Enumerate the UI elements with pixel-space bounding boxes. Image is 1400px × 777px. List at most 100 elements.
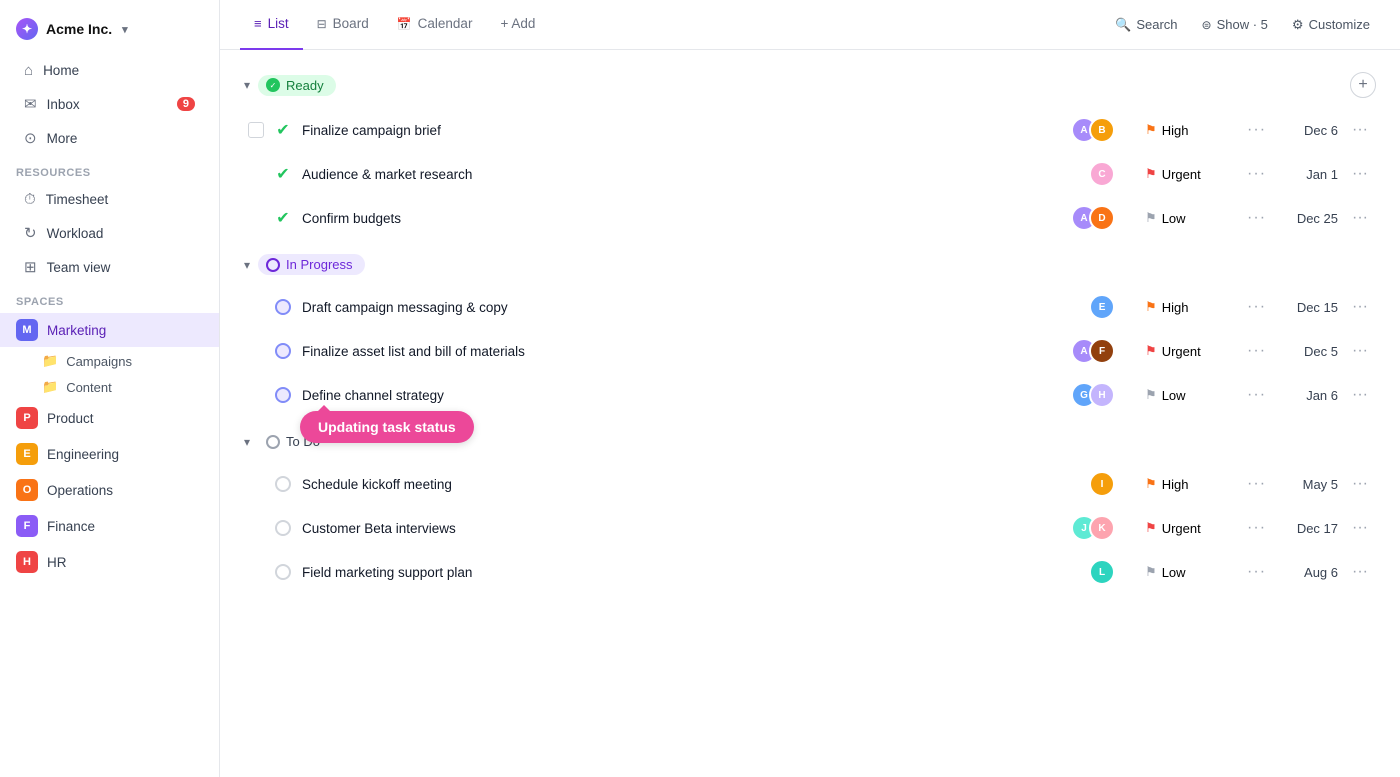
space-marketing[interactable]: M Marketing — [0, 313, 219, 347]
task-status-progress-icon[interactable] — [274, 386, 292, 404]
task-status-todo-icon[interactable] — [274, 563, 292, 581]
sidebar-nav-inbox[interactable]: ✉ Inbox 9 — [8, 88, 211, 120]
task-more-button[interactable]: ··· — [1348, 342, 1372, 360]
app-name: Acme Inc. — [46, 21, 112, 37]
priority-low: ⚑ Low — [1145, 564, 1235, 580]
task-more-button[interactable]: ··· — [1348, 165, 1372, 183]
task-name[interactable]: Define channel strategy — [302, 388, 1061, 403]
todo-chevron[interactable]: ▾ — [244, 435, 250, 449]
tab-add[interactable]: + Add — [486, 0, 549, 50]
task-more-button[interactable]: ··· — [1348, 209, 1372, 227]
task-more-button[interactable]: ··· — [1348, 386, 1372, 404]
hr-badge: H — [16, 551, 38, 573]
space-operations[interactable]: O Operations — [0, 473, 219, 507]
space-finance[interactable]: F Finance — [0, 509, 219, 543]
flag-icon: ⚑ — [1145, 210, 1157, 226]
task-status-progress-icon[interactable] — [274, 342, 292, 360]
tab-calendar[interactable]: 📅 Calendar — [383, 0, 487, 50]
task-date: Jan 1 — [1278, 167, 1338, 182]
task-name[interactable]: Audience & market research — [302, 167, 1079, 182]
folder-icon: 📁 — [42, 353, 58, 369]
circle-icon — [275, 343, 291, 359]
priority-label: Low — [1162, 565, 1186, 580]
tab-list[interactable]: ≡ List — [240, 0, 303, 50]
task-more-button[interactable]: ··· — [1348, 121, 1372, 139]
task-avatars: I — [1089, 471, 1115, 497]
priority-dots[interactable]: ··· — [1245, 563, 1268, 581]
in-progress-chevron[interactable]: ▾ — [244, 258, 250, 272]
calendar-icon: 📅 — [397, 17, 412, 31]
priority-dots[interactable]: ··· — [1245, 519, 1268, 537]
priority-dots[interactable]: ··· — [1245, 386, 1268, 404]
priority-dots[interactable]: ··· — [1245, 298, 1268, 316]
priority-dots[interactable]: ··· — [1245, 475, 1268, 493]
show-button[interactable]: ⊜ Show · 5 — [1192, 12, 1278, 37]
in-progress-badge[interactable]: In Progress — [258, 254, 364, 275]
priority-label: Low — [1162, 211, 1186, 226]
ready-badge[interactable]: ✓ Ready — [258, 75, 336, 96]
add-task-ready-button[interactable]: + — [1350, 72, 1376, 98]
search-icon: 🔍 — [1115, 17, 1131, 33]
avatar: K — [1089, 515, 1115, 541]
search-button[interactable]: 🔍 Search — [1105, 12, 1187, 38]
sidebar-item-workload[interactable]: ↻ Workload — [8, 217, 211, 249]
teamview-label: Team view — [47, 260, 111, 275]
space-hr[interactable]: H HR — [0, 545, 219, 579]
nav-more-label: More — [47, 131, 78, 146]
more-icon: ⊙ — [24, 129, 37, 147]
ready-chevron[interactable]: ▾ — [244, 78, 250, 92]
avatar: B — [1089, 117, 1115, 143]
campaigns-label: Campaigns — [66, 354, 132, 369]
sub-item-campaigns[interactable]: 📁 Campaigns — [0, 348, 219, 374]
topbar-right: 🔍 Search ⊜ Show · 5 ⚙ Customize — [1105, 12, 1380, 38]
priority-dots[interactable]: ··· — [1245, 121, 1268, 139]
priority-label: Urgent — [1162, 167, 1201, 182]
task-name[interactable]: Field marketing support plan — [302, 565, 1079, 580]
flag-icon: ⚑ — [1145, 166, 1157, 182]
tab-board[interactable]: ⊟ Board — [303, 0, 383, 50]
space-engineering[interactable]: E Engineering — [0, 437, 219, 471]
task-more-button[interactable]: ··· — [1348, 519, 1372, 537]
task-date: Jan 6 — [1278, 388, 1338, 403]
task-name[interactable]: Draft campaign messaging & copy — [302, 300, 1079, 315]
sub-item-content[interactable]: 📁 Content — [0, 374, 219, 400]
task-name[interactable]: Confirm budgets — [302, 211, 1061, 226]
group-ready: ▾ ✓ Ready + ✔ Finalize campaign brief A … — [240, 66, 1380, 240]
task-more-button[interactable]: ··· — [1348, 298, 1372, 316]
flag-icon: ⚑ — [1145, 122, 1157, 138]
engineering-label: Engineering — [47, 447, 119, 462]
task-avatars: A B — [1071, 117, 1115, 143]
priority-dots[interactable]: ··· — [1245, 209, 1268, 227]
task-checkbox[interactable] — [248, 122, 264, 138]
task-more-button[interactable]: ··· — [1348, 563, 1372, 581]
workload-icon: ↻ — [24, 224, 37, 242]
priority-dots[interactable]: ··· — [1245, 165, 1268, 183]
sidebar-item-teamview[interactable]: ⊞ Team view — [8, 251, 211, 283]
product-label: Product — [47, 411, 94, 426]
app-logo[interactable]: ✦ Acme Inc. ▾ — [0, 12, 219, 54]
task-status-todo-icon[interactable] — [274, 475, 292, 493]
table-row: ✔ Audience & market research C ⚑ Urgent … — [240, 152, 1380, 196]
main-content: ≡ List ⊟ Board 📅 Calendar + Add 🔍 Search… — [220, 0, 1400, 777]
task-date: Dec 17 — [1278, 521, 1338, 536]
customize-button[interactable]: ⚙ Customize — [1282, 12, 1380, 38]
marketing-label: Marketing — [47, 323, 106, 338]
task-status-progress-icon[interactable] — [274, 298, 292, 316]
sidebar-nav-home[interactable]: ⌂ Home — [8, 55, 211, 86]
sidebar-nav-more[interactable]: ⊙ More — [8, 122, 211, 154]
space-product[interactable]: P Product — [0, 401, 219, 435]
task-name[interactable]: Customer Beta interviews — [302, 521, 1061, 536]
task-name[interactable]: Schedule kickoff meeting — [302, 477, 1079, 492]
task-name[interactable]: Finalize asset list and bill of material… — [302, 344, 1061, 359]
product-badge: P — [16, 407, 38, 429]
priority-dots[interactable]: ··· — [1245, 342, 1268, 360]
sidebar: ✦ Acme Inc. ▾ ⌂ Home ✉ Inbox 9 ⊙ More Re… — [0, 0, 220, 777]
sidebar-item-timesheet[interactable]: ⏱ Timesheet — [8, 184, 211, 215]
table-row: ✔ Confirm budgets A D ⚑ Low ··· Dec 25 ·… — [240, 196, 1380, 240]
task-status-todo-icon[interactable] — [274, 519, 292, 537]
flag-icon: ⚑ — [1145, 564, 1157, 580]
task-more-button[interactable]: ··· — [1348, 475, 1372, 493]
gear-icon: ⚙ — [1292, 17, 1304, 33]
check-icon: ✔ — [276, 208, 289, 228]
task-name[interactable]: Finalize campaign brief — [302, 123, 1061, 138]
